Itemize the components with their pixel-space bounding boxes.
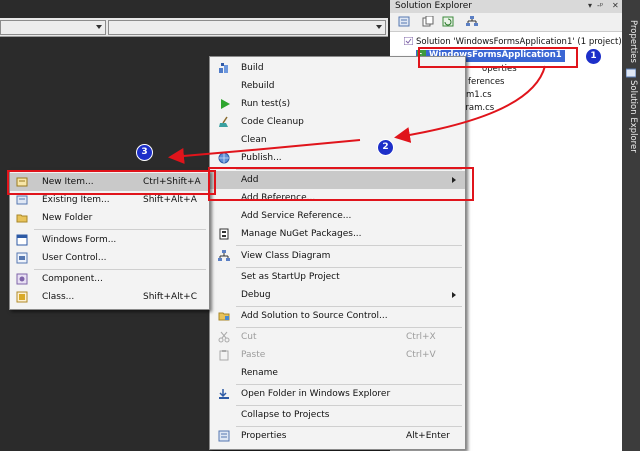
step-badge-1: 1 — [585, 48, 602, 65]
arrow-step-1-to-2 — [394, 65, 546, 143]
step-badge-2: 2 — [377, 139, 394, 156]
step-badge-3: 3 — [136, 144, 153, 161]
annotation-arrows — [168, 65, 546, 164]
arrow-step-2-to-3 — [168, 139, 361, 164]
